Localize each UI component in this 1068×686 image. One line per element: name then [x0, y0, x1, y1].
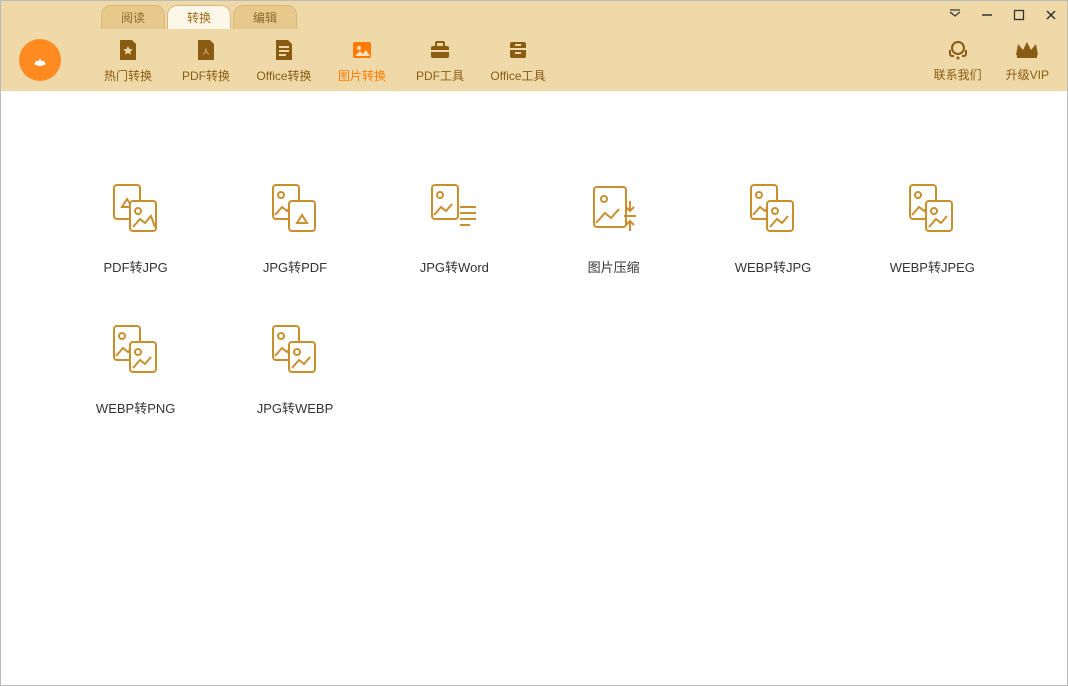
function-grid: PDF转JPG JPG转PDF [61, 181, 1007, 417]
svg-text:人: 人 [203, 48, 210, 56]
jpg-to-word-icon [426, 181, 482, 237]
top-tab-strip: 阅读 转换 编辑 [1, 1, 1067, 29]
func-jpg-to-pdf[interactable]: JPG转PDF [220, 181, 369, 276]
toolbar-right: 联系我们 升级VIP [934, 37, 1049, 83]
webp-to-jpg-icon [745, 181, 801, 237]
toolbar-label: 热门转换 [104, 67, 152, 84]
toolbar-label: PDF转换 [182, 67, 230, 84]
tab-convert[interactable]: 转换 [167, 5, 231, 29]
upgrade-vip-button[interactable]: 升级VIP [1006, 37, 1049, 83]
image-compress-icon [586, 181, 642, 237]
jpg-to-webp-icon [267, 322, 323, 378]
minimize-icon[interactable] [977, 5, 997, 25]
jpg-to-pdf-icon [267, 181, 323, 237]
menu-icon[interactable] [945, 5, 965, 25]
func-label: WEBP转JPEG [890, 257, 975, 276]
window-controls [945, 5, 1061, 25]
toolbar-label: Office工具 [490, 67, 545, 84]
vip-label: 升级VIP [1006, 66, 1049, 83]
toolbar-label: 图片转换 [338, 67, 386, 84]
toolbar-pdf-convert[interactable]: 人 PDF转换 [167, 37, 245, 84]
tab-read[interactable]: 阅读 [101, 5, 165, 29]
cabinet-icon [505, 37, 531, 63]
toolbar-label: PDF工具 [416, 67, 464, 84]
func-label: WEBP转PNG [96, 398, 175, 417]
toolbar-office-tool[interactable]: Office工具 [479, 37, 557, 84]
func-webp-to-jpg[interactable]: WEBP转JPG [698, 181, 847, 276]
main-area: PDF转JPG JPG转PDF [1, 91, 1067, 685]
main-toolbar: 热门转换 人 PDF转换 Office转换 图片转换 PDF工具 Office工… [1, 29, 1067, 91]
func-jpg-to-webp[interactable]: JPG转WEBP [220, 322, 369, 417]
star-file-icon [115, 37, 141, 63]
toolbar-hot-convert[interactable]: 热门转换 [89, 37, 167, 84]
func-label: JPG转Word [420, 257, 489, 276]
func-label: JPG转PDF [263, 257, 327, 276]
webp-to-png-icon [108, 322, 164, 378]
toolbar-image-convert[interactable]: 图片转换 [323, 37, 401, 84]
func-label: 图片压缩 [588, 257, 640, 276]
toolbar-office-convert[interactable]: Office转换 [245, 37, 323, 84]
toolbox-icon [427, 37, 453, 63]
tab-edit[interactable]: 编辑 [233, 5, 297, 29]
pdf-file-icon: 人 [193, 37, 219, 63]
func-webp-to-png[interactable]: WEBP转PNG [61, 322, 210, 417]
pdf-to-jpg-icon [108, 181, 164, 237]
app-logo[interactable] [19, 39, 61, 81]
func-label: WEBP转JPG [735, 257, 812, 276]
toolbar-pdf-tool[interactable]: PDF工具 [401, 37, 479, 84]
crown-icon [1013, 37, 1041, 63]
func-label: JPG转WEBP [257, 398, 334, 417]
func-label: PDF转JPG [104, 257, 168, 276]
webp-to-jpeg-icon [904, 181, 960, 237]
headset-icon [945, 37, 971, 63]
toolbar-left: 热门转换 人 PDF转换 Office转换 图片转换 PDF工具 Office工… [19, 37, 557, 84]
func-jpg-to-word[interactable]: JPG转Word [380, 181, 529, 276]
contact-us-button[interactable]: 联系我们 [934, 37, 982, 83]
office-file-icon [271, 37, 297, 63]
func-webp-to-jpeg[interactable]: WEBP转JPEG [858, 181, 1007, 276]
func-pdf-to-jpg[interactable]: PDF转JPG [61, 181, 210, 276]
func-image-compress[interactable]: 图片压缩 [539, 181, 688, 276]
toolbar-label: Office转换 [256, 67, 311, 84]
contact-label: 联系我们 [934, 66, 982, 83]
maximize-icon[interactable] [1009, 5, 1029, 25]
image-file-icon [349, 37, 375, 63]
close-icon[interactable] [1041, 5, 1061, 25]
